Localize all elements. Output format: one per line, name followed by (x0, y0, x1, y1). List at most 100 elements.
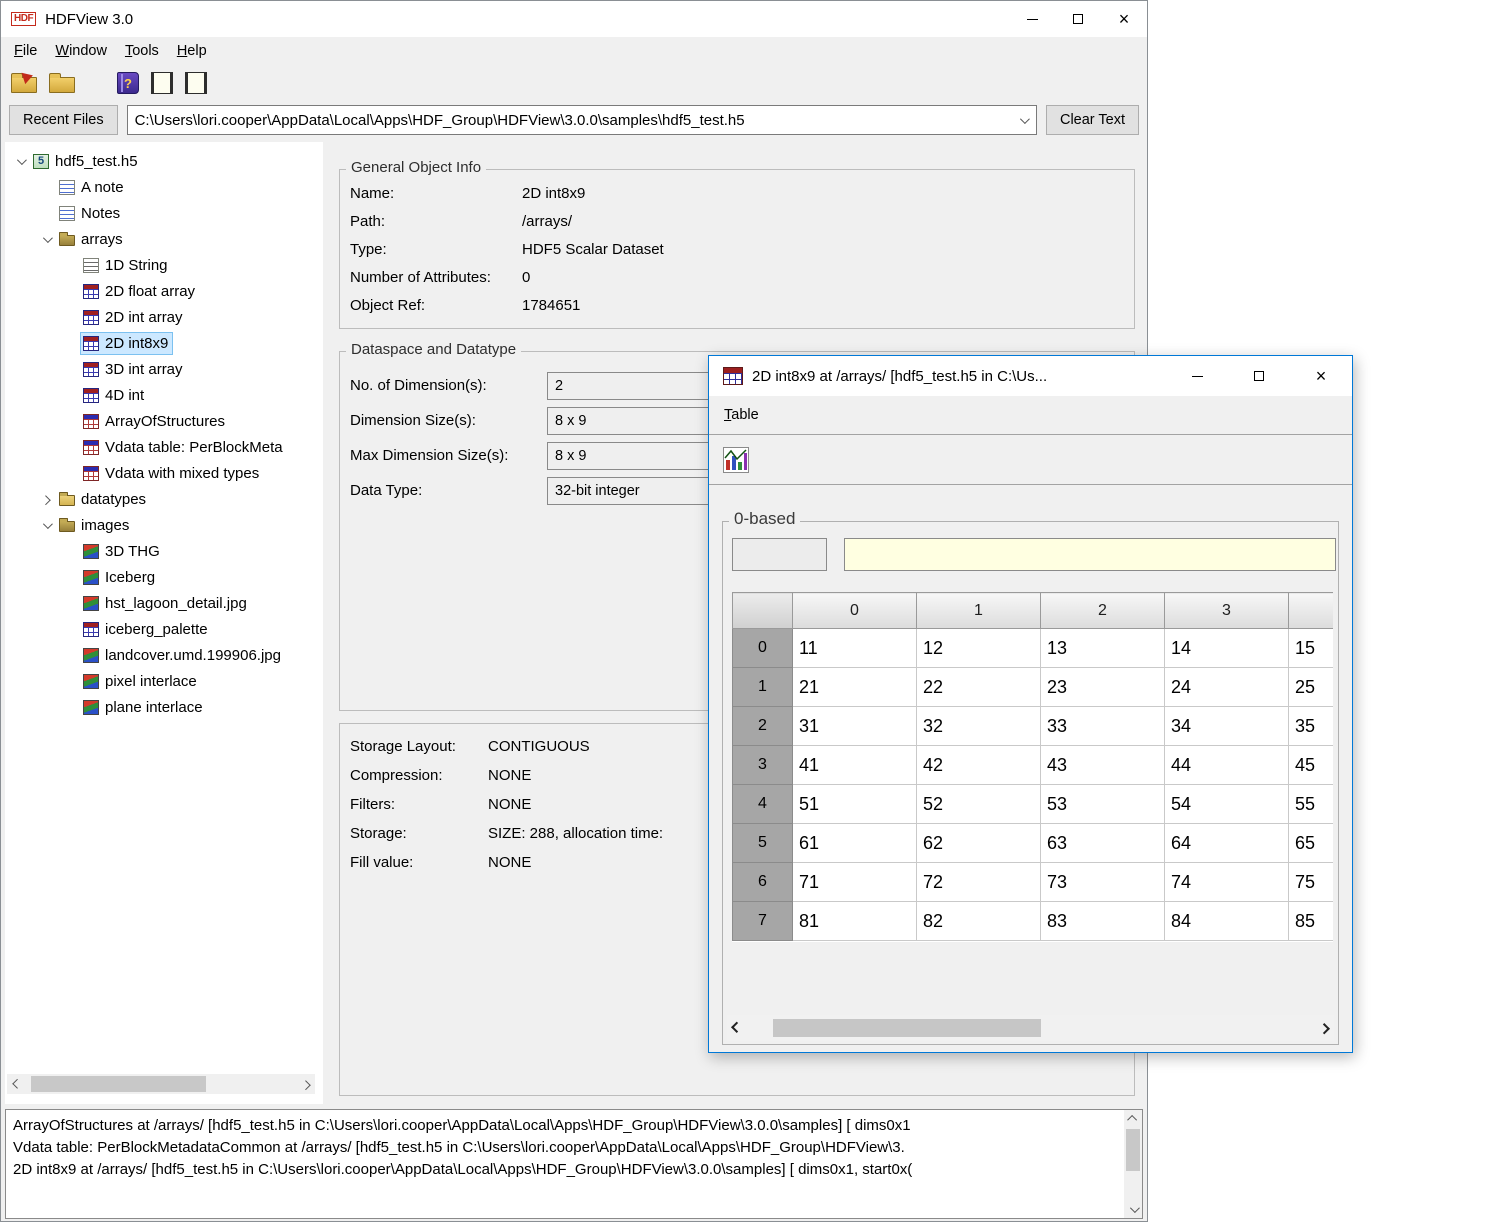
scroll-right-button[interactable] (1316, 1015, 1334, 1041)
tree-item-pixel-interlace[interactable]: pixel interlace (5, 668, 323, 694)
tree-item-datatypes[interactable]: datatypes (5, 486, 323, 512)
table-cell[interactable]: 42 (917, 746, 1041, 785)
column-header[interactable]: 0 (793, 593, 917, 629)
row-header[interactable]: 2 (733, 707, 793, 746)
table-cell[interactable]: 73 (1041, 863, 1165, 902)
table-cell[interactable]: 65 (1289, 824, 1334, 863)
row-header[interactable]: 0 (733, 629, 793, 668)
scrollbar-thumb[interactable] (773, 1019, 1041, 1037)
column-header[interactable]: 3 (1165, 593, 1289, 629)
row-header[interactable]: 6 (733, 863, 793, 902)
tree-item-4d-int[interactable]: 4D int (5, 382, 323, 408)
expander-icon[interactable] (35, 522, 57, 529)
scroll-left-button[interactable] (727, 1015, 745, 1041)
table-cell[interactable]: 32 (917, 707, 1041, 746)
row-header[interactable]: 7 (733, 902, 793, 941)
scrollbar-track[interactable] (745, 1015, 1316, 1041)
expander-icon[interactable] (35, 236, 57, 243)
table-cell[interactable]: 85 (1289, 902, 1334, 941)
tree-item-plane-interlace[interactable]: plane interlace (5, 694, 323, 720)
hdf5-library-button[interactable] (183, 70, 209, 96)
tree-horizontal-scrollbar[interactable] (7, 1074, 315, 1094)
row-header[interactable]: 1 (733, 668, 793, 707)
scrollbar-track[interactable] (25, 1074, 297, 1094)
table-cell[interactable]: 64 (1165, 824, 1289, 863)
scroll-right-button[interactable] (297, 1074, 315, 1094)
scrollbar-thumb[interactable] (31, 1076, 206, 1092)
table-cell[interactable]: 62 (917, 824, 1041, 863)
row-header[interactable]: 3 (733, 746, 793, 785)
scroll-up-button[interactable] (1124, 1110, 1142, 1127)
table-cell[interactable]: 21 (793, 668, 917, 707)
scroll-down-button[interactable] (1124, 1201, 1142, 1218)
table-cell[interactable]: 54 (1165, 785, 1289, 824)
menu-window[interactable]: Window (46, 38, 116, 64)
scrollbar-track[interactable] (1124, 1127, 1142, 1201)
table-cell[interactable]: 41 (793, 746, 917, 785)
table-cell[interactable]: 33 (1041, 707, 1165, 746)
table-cell[interactable]: 52 (917, 785, 1041, 824)
table-cell[interactable]: 15 (1289, 629, 1334, 668)
cell-value-field[interactable] (844, 538, 1336, 571)
column-header[interactable]: 2 (1041, 593, 1165, 629)
menu-tools[interactable]: Tools (116, 38, 168, 64)
column-header[interactable]: 1 (917, 593, 1041, 629)
row-header[interactable]: 5 (733, 824, 793, 863)
tree-item-landcover[interactable]: landcover.umd.199906.jpg (5, 642, 323, 668)
open-file-button[interactable] (9, 71, 39, 95)
combobox-dropdown-button[interactable] (1012, 106, 1036, 134)
table-cell[interactable]: 25 (1289, 668, 1334, 707)
table-cell[interactable]: 61 (793, 824, 917, 863)
log-vertical-scrollbar[interactable] (1124, 1110, 1142, 1218)
tree-item-notes[interactable]: Notes (5, 200, 323, 226)
table-cell[interactable]: 75 (1289, 863, 1334, 902)
tree-item-hst-lagoon-detail[interactable]: hst_lagoon_detail.jpg (5, 590, 323, 616)
table-cell[interactable]: 83 (1041, 902, 1165, 941)
table-cell[interactable]: 31 (793, 707, 917, 746)
scrollbar-thumb[interactable] (1126, 1129, 1140, 1171)
table-cell[interactable]: 14 (1165, 629, 1289, 668)
scroll-left-button[interactable] (7, 1074, 25, 1094)
tree-item-hdf5-test-h5[interactable]: hdf5_test.h5 (5, 148, 323, 174)
table-cell[interactable]: 45 (1289, 746, 1334, 785)
minimize-button[interactable] (1009, 1, 1055, 37)
expander-icon[interactable] (35, 496, 57, 503)
close-button[interactable]: × (1101, 1, 1147, 37)
tree-item-images[interactable]: images (5, 512, 323, 538)
table-window-titlebar[interactable]: 2D int8x9 at /arrays/ [hdf5_test.h5 in C… (709, 356, 1352, 396)
table-cell[interactable]: 23 (1041, 668, 1165, 707)
tree-item-3d-int-array[interactable]: 3D int array (5, 356, 323, 382)
tree-item-vdata-with-mixed-types[interactable]: Vdata with mixed types (5, 460, 323, 486)
table-cell[interactable]: 35 (1289, 707, 1334, 746)
table-cell[interactable]: 84 (1165, 902, 1289, 941)
table-cell[interactable]: 74 (1165, 863, 1289, 902)
main-titlebar[interactable]: HDF HDFView 3.0 × (1, 1, 1147, 37)
table-cell[interactable]: 44 (1165, 746, 1289, 785)
tree-item-vdata-table-perblockmetadata[interactable]: Vdata table: PerBlockMeta (5, 434, 323, 460)
table-cell[interactable]: 11 (793, 629, 917, 668)
help-button[interactable] (115, 70, 141, 96)
maximize-button[interactable] (1055, 1, 1101, 37)
recent-files-button[interactable]: Recent Files (9, 105, 118, 135)
open-chart-button[interactable] (721, 445, 751, 475)
tree-item-a-note[interactable]: A note (5, 174, 323, 200)
table-cell[interactable]: 51 (793, 785, 917, 824)
tree-item-2d-int8x9[interactable]: 2D int8x9 (5, 330, 323, 356)
tree-item-3d-thg[interactable]: 3D THG (5, 538, 323, 564)
table-cell[interactable]: 63 (1041, 824, 1165, 863)
row-header[interactable]: 4 (733, 785, 793, 824)
menu-table[interactable]: Table (715, 402, 768, 428)
tree-item-1d-string[interactable]: 1D String (5, 252, 323, 278)
table-cell[interactable]: 34 (1165, 707, 1289, 746)
column-header[interactable] (1289, 593, 1334, 629)
table-cell[interactable]: 13 (1041, 629, 1165, 668)
close-file-button[interactable] (47, 71, 77, 95)
menu-help[interactable]: Help (168, 38, 216, 64)
table-cell[interactable]: 53 (1041, 785, 1165, 824)
table-cell[interactable]: 12 (917, 629, 1041, 668)
table-cell[interactable]: 43 (1041, 746, 1165, 785)
minimize-button[interactable] (1166, 356, 1228, 396)
close-button[interactable]: × (1290, 356, 1352, 396)
expander-icon[interactable] (9, 158, 31, 165)
maximize-button[interactable] (1228, 356, 1290, 396)
